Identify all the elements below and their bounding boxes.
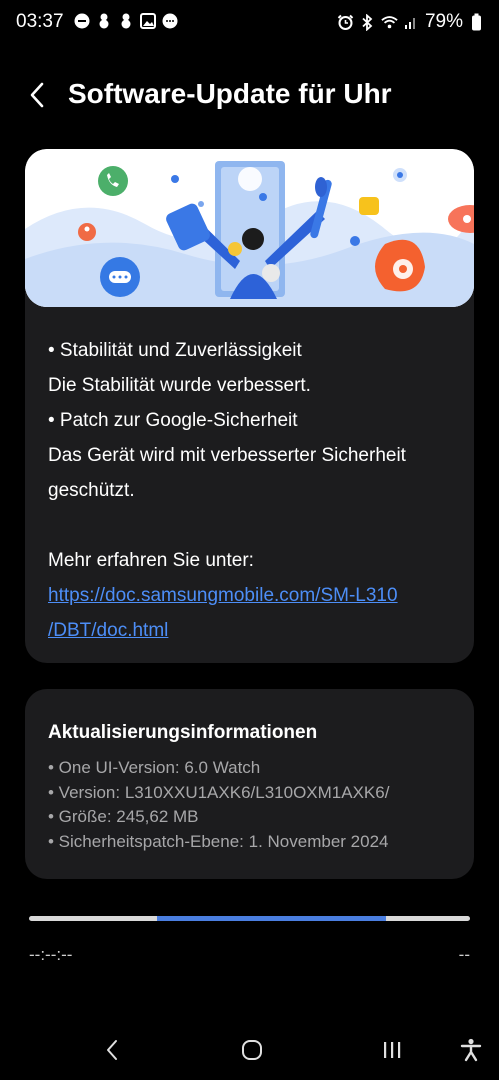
accessibility-icon: [460, 1038, 482, 1062]
system-icons: 79%: [337, 11, 485, 33]
page-title: Software-Update für Uhr: [68, 78, 392, 109]
status-time: 03:37: [16, 11, 64, 32]
info-item-ui-version: • One UI-Version: 6.0 Watch: [48, 758, 261, 777]
more-info-link-continued[interactable]: /DBT/doc.html: [48, 613, 458, 648]
release-notes: • Stabilität und Zuverlässigkeit Die Sta…: [48, 333, 458, 648]
nav-home-icon: [242, 1040, 262, 1060]
bluetooth-icon: [359, 13, 376, 31]
nav-recents-icon: [384, 1042, 401, 1058]
battery-percent: 79%: [424, 11, 463, 32]
alarm-icon: [337, 14, 354, 31]
nav-back-button[interactable]: [92, 1030, 132, 1070]
chat-icon: [161, 12, 178, 29]
nav-recents-button[interactable]: [372, 1030, 412, 1070]
note-line: Das Gerät wird mit verbesserter Sicherhe…: [48, 445, 406, 466]
note-line: • Stabilität und Zuverlässigkeit: [48, 340, 302, 361]
note-line: • Patch zur Google-Sicherheit: [48, 410, 298, 431]
more-info-link[interactable]: https://doc.samsungmobile.com/SM-L310: [48, 578, 458, 613]
note-line: Die Stabilität wurde verbessert.: [48, 375, 311, 396]
update-info-card: Aktualisierungsinformationen • One UI-Ve…: [25, 689, 474, 879]
update-illustration: [25, 149, 474, 307]
signal-icon: [403, 14, 420, 31]
status-bar: 03:37 79%: [0, 0, 499, 48]
chevron-left-icon: [30, 82, 44, 108]
note-line: geschützt.: [48, 480, 135, 501]
wifi-icon: [381, 14, 398, 31]
snowman-icon: [95, 12, 112, 29]
info-item-size: • Größe: 245,62 MB: [48, 807, 199, 826]
nav-home-button[interactable]: [232, 1030, 272, 1070]
elapsed-time: --:--:--: [29, 945, 73, 964]
notification-icons: [73, 12, 178, 29]
dnd-icon: [73, 12, 90, 29]
accessibility-button[interactable]: [451, 1030, 491, 1070]
navigation-bar: [0, 1020, 499, 1080]
app-header: Software-Update für Uhr: [0, 64, 499, 126]
progress-indicator: [157, 916, 386, 921]
update-info-title: Aktualisierungsinformationen: [48, 722, 318, 743]
battery-icon: [468, 13, 485, 31]
update-info-list: • One UI-Version: 6.0 Watch • Version: L…: [48, 756, 389, 854]
snowman-icon: [117, 12, 134, 29]
gallery-icon: [139, 12, 156, 29]
download-progress-bar: [29, 916, 470, 921]
info-item-security-patch: • Sicherheitspatch-Ebene: 1. November 20…: [48, 831, 389, 851]
more-info-label: Mehr erfahren Sie unter:: [48, 550, 254, 571]
release-notes-card: • Stabilität und Zuverlässigkeit Die Sta…: [25, 149, 474, 663]
remaining-time: --: [458, 945, 470, 964]
back-button[interactable]: [22, 78, 52, 112]
nav-back-icon: [107, 1040, 117, 1060]
info-item-version: • Version: L310XXU1AXK6/L310OXM1AXK6/: [48, 782, 390, 802]
